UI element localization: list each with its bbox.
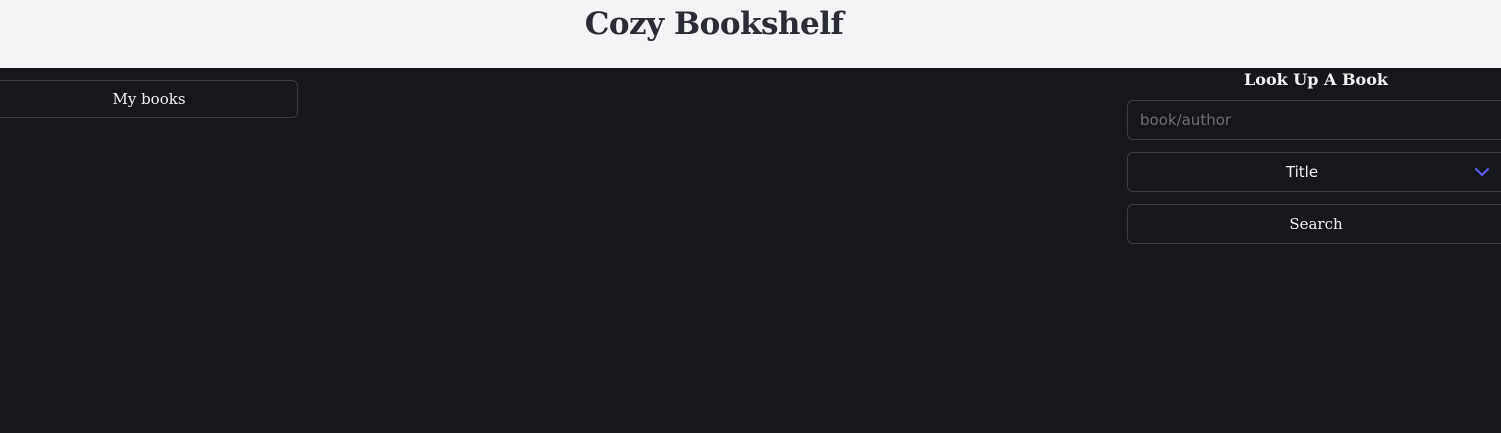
search-type-select[interactable]: Title [1127,152,1501,192]
book-author-search-input[interactable] [1127,100,1501,140]
search-button-label: Search [1289,215,1343,233]
my-books-button[interactable]: My books [0,80,298,118]
lookup-heading: Look Up A Book [1244,70,1388,89]
search-button[interactable]: Search [1127,204,1501,244]
chevron-down-icon [1475,168,1489,176]
search-type-selected-value: Title [1285,163,1319,181]
page-header: Cozy Bookshelf [0,0,1501,68]
page-title: Cozy Bookshelf [584,6,844,42]
